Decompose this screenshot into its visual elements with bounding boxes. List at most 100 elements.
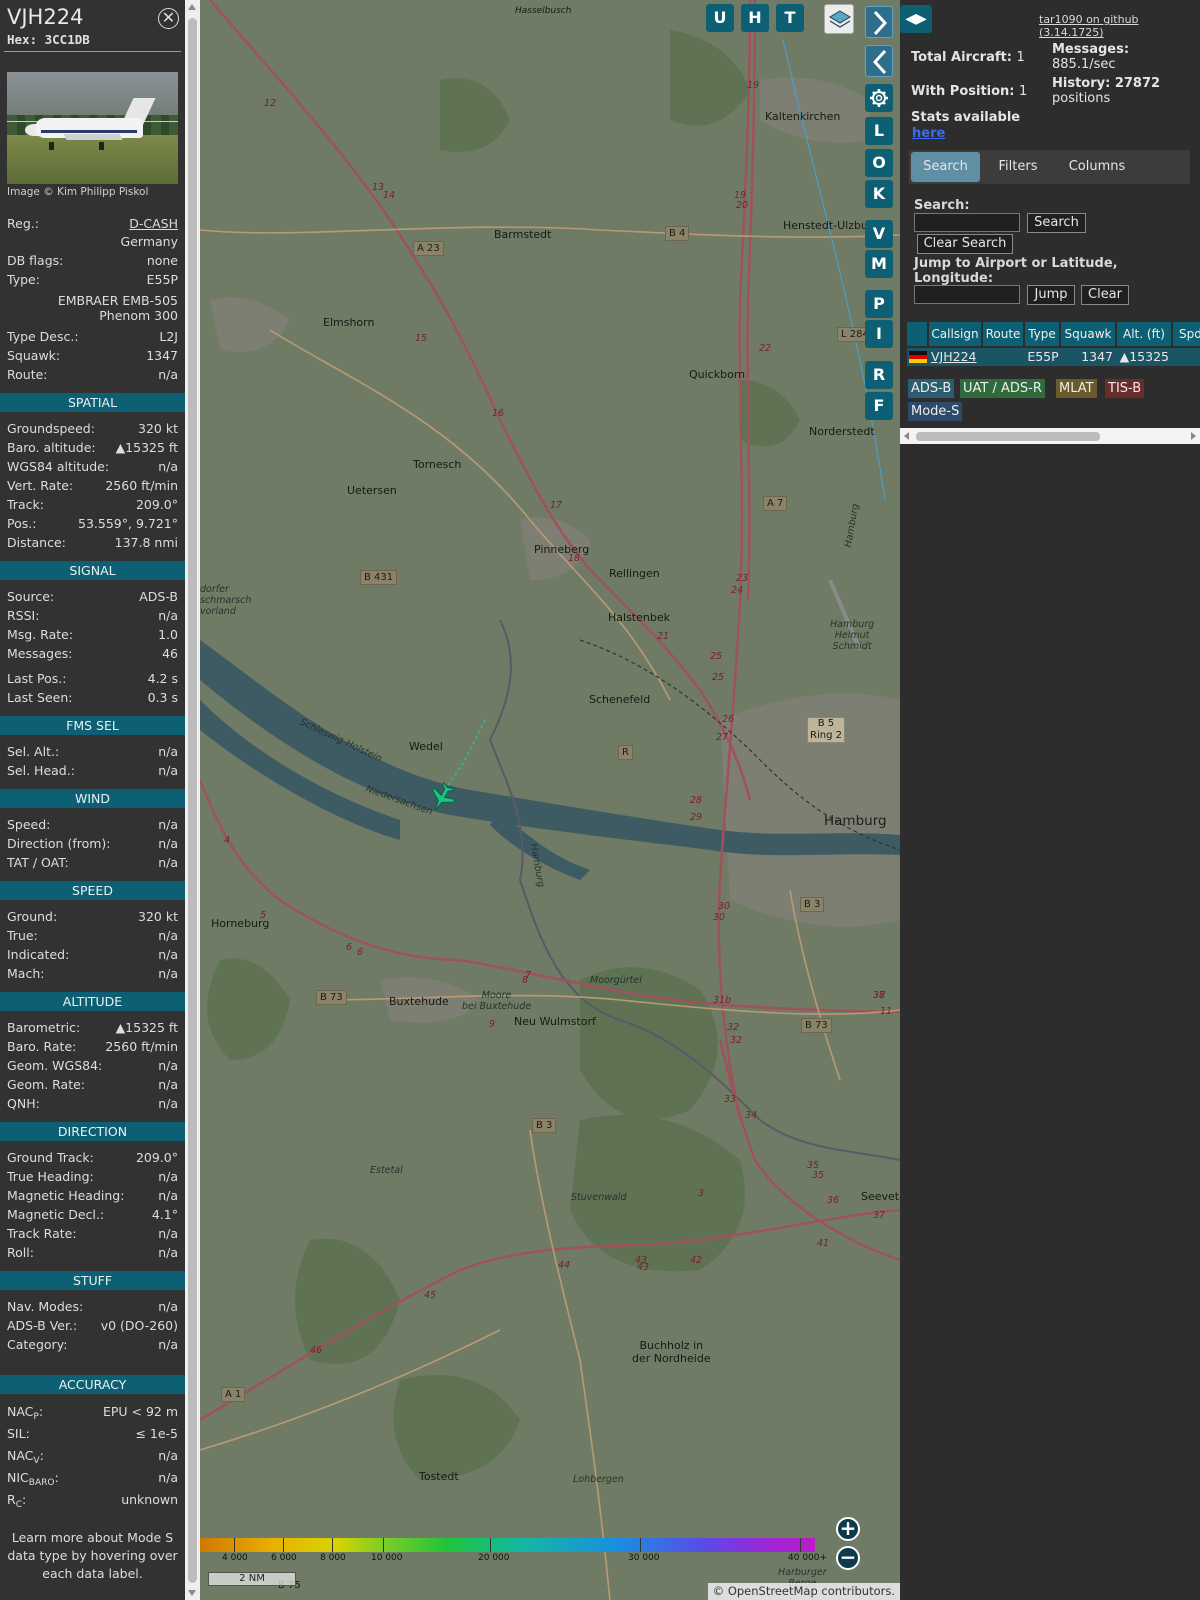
nacv-label: NACV: xyxy=(7,1448,44,1466)
exit-number: 22 xyxy=(759,343,772,354)
info-row: Sel. Alt.: n/a xyxy=(0,742,185,761)
registration-link[interactable]: D-CASH xyxy=(129,214,178,233)
info-label: Ground: xyxy=(7,909,58,924)
country: Germany xyxy=(120,234,178,249)
type-row: Type: E55P xyxy=(0,270,185,289)
toggle-u-button[interactable]: U xyxy=(706,4,734,32)
section-altitude: ALTITUDE xyxy=(0,992,185,1011)
info-row: Distance: 137.8 nmi xyxy=(0,533,185,552)
exit-number: 30 xyxy=(718,901,731,912)
info-label: Magnetic Heading: xyxy=(7,1188,125,1203)
place-kaltenkirchen: Kaltenkirchen xyxy=(765,110,841,123)
info-row: Category: n/a xyxy=(0,1335,185,1354)
toggle-h-button[interactable]: H xyxy=(741,4,769,32)
exit-number: 42 xyxy=(690,1255,703,1266)
info-row: Last Seen: 0.3 s xyxy=(0,688,185,707)
toggle-m-button[interactable]: M xyxy=(865,250,893,278)
zoom-in-button[interactable]: + xyxy=(836,1517,860,1541)
place-schenefeld: Schenefeld xyxy=(589,693,651,706)
info-row: Msg. Rate: 1.0 xyxy=(0,625,185,644)
map-attribution[interactable]: © OpenStreetMap contributors. xyxy=(707,1583,900,1600)
info-label: Vert. Rate: xyxy=(7,478,74,493)
exit-number: 17 xyxy=(550,500,563,511)
col-route[interactable]: Route xyxy=(983,322,1025,346)
place-pinneberg: Pinneberg xyxy=(534,543,590,556)
clear-button[interactable]: Clear xyxy=(1081,285,1129,305)
aircraft-photo[interactable] xyxy=(7,72,178,184)
hex-code: Hex: 3CC1DB xyxy=(7,32,90,47)
exit-number: 43 xyxy=(637,1262,650,1273)
toggle-o-button[interactable]: O xyxy=(865,149,893,177)
zoom-out-button[interactable]: − xyxy=(836,1546,860,1570)
info-value: 320 kt xyxy=(138,909,178,924)
toggle-k-button[interactable]: K xyxy=(865,180,893,208)
info-label: Groundspeed: xyxy=(7,421,95,436)
dbflags-value: none xyxy=(146,253,178,268)
jump-input[interactable] xyxy=(914,285,1020,304)
sidebar-scrollbar[interactable] xyxy=(185,0,200,1600)
colorbar-label: 4 000 xyxy=(222,1553,248,1563)
dbflags-label: DB flags: xyxy=(7,253,64,268)
info-value: 53.559°, 9.721° xyxy=(78,516,178,531)
exit-number: 32 xyxy=(727,1022,740,1033)
map-view[interactable]: Hasselbusch Kaltenkirchen Henstedt-Ulzbu… xyxy=(200,0,900,1600)
github-link[interactable]: tar1090 on github (3.14.1725) xyxy=(1039,13,1200,39)
nic-label: NICBARO: xyxy=(7,1470,59,1488)
info-label: Roll: xyxy=(7,1245,34,1260)
exit-number: 29 xyxy=(690,812,703,823)
toggle-l-button[interactable]: L xyxy=(865,117,893,145)
toggle-v-button[interactable]: V xyxy=(865,220,893,248)
col-squawk[interactable]: Squawk xyxy=(1061,322,1117,346)
info-value: n/a xyxy=(158,744,178,759)
search-input[interactable] xyxy=(914,213,1020,232)
table-row-callsign[interactable]: VJH224 xyxy=(929,348,983,366)
settings-button[interactable] xyxy=(865,84,893,112)
info-value: n/a xyxy=(158,947,178,962)
signal-rows: Source: ADS-B RSSI: n/a Msg. Rate: 1.0 Message… xyxy=(0,587,185,663)
table-horizontal-scrollbar[interactable] xyxy=(900,428,1200,444)
typedesc-value: L2J xyxy=(159,329,178,344)
col-type[interactable]: Type xyxy=(1025,322,1061,346)
legend-modes: Mode-S xyxy=(908,402,963,421)
col-speed[interactable]: Spd xyxy=(1173,322,1200,346)
tab-filters[interactable]: Filters xyxy=(985,152,1051,182)
info-row: QNH: n/a xyxy=(0,1094,185,1113)
sil-row: SIL: ≤ 1e-5 xyxy=(0,1423,185,1445)
colorbar-tick xyxy=(234,1538,235,1552)
search-button[interactable]: Search xyxy=(1027,213,1086,233)
place-henstedt: Henstedt-Ulzbur xyxy=(783,219,873,232)
colorbar-label: 10 000 xyxy=(371,1553,403,1563)
place-b5-ring2: B 5 Ring 2 xyxy=(807,717,845,743)
info-label: ADS-B Ver.: xyxy=(7,1318,78,1333)
toggle-f-button[interactable]: F xyxy=(865,392,893,420)
toggle-r-button[interactable]: R xyxy=(865,361,893,389)
close-icon[interactable]: ✕ xyxy=(158,8,179,29)
toggle-p-button[interactable]: P xyxy=(865,290,893,318)
toggle-i-button[interactable]: I xyxy=(865,320,893,348)
clear-search-button[interactable]: Clear Search xyxy=(917,234,1013,254)
col-callsign[interactable]: Callsign xyxy=(929,322,983,346)
stats-here-link[interactable]: here xyxy=(912,126,945,141)
next-arrow-button[interactable] xyxy=(865,6,893,38)
toggle-t-button[interactable]: T xyxy=(776,4,804,32)
info-label: Track: xyxy=(7,497,44,512)
exit-number: 26 xyxy=(722,714,735,725)
tab-columns[interactable]: Columns xyxy=(1057,152,1137,182)
rc-value: unknown xyxy=(121,1492,178,1507)
exit-number: 28 xyxy=(690,795,703,806)
col-altitude[interactable]: Alt. (ft) xyxy=(1117,322,1173,346)
info-row: Geom. WGS84: n/a xyxy=(0,1056,185,1075)
tab-search[interactable]: Search xyxy=(911,152,980,182)
col-flag[interactable] xyxy=(907,322,929,346)
jump-button[interactable]: Jump xyxy=(1027,285,1075,305)
place-rellingen: Rellingen xyxy=(609,567,660,580)
info-value: 4.1° xyxy=(151,1207,178,1222)
info-value: n/a xyxy=(158,608,178,623)
prev-arrow-button[interactable] xyxy=(865,45,893,77)
place-halstenbek: Halstenbek xyxy=(608,611,670,624)
info-value: 209.0° xyxy=(135,1150,178,1165)
wind-rows: Speed: n/a Direction (from): n/a TAT / OAT: n… xyxy=(0,815,185,872)
expand-toggle-button[interactable]: ◀▶ xyxy=(900,5,932,33)
layers-button[interactable] xyxy=(824,4,854,34)
info-row: Direction (from): n/a xyxy=(0,834,185,853)
